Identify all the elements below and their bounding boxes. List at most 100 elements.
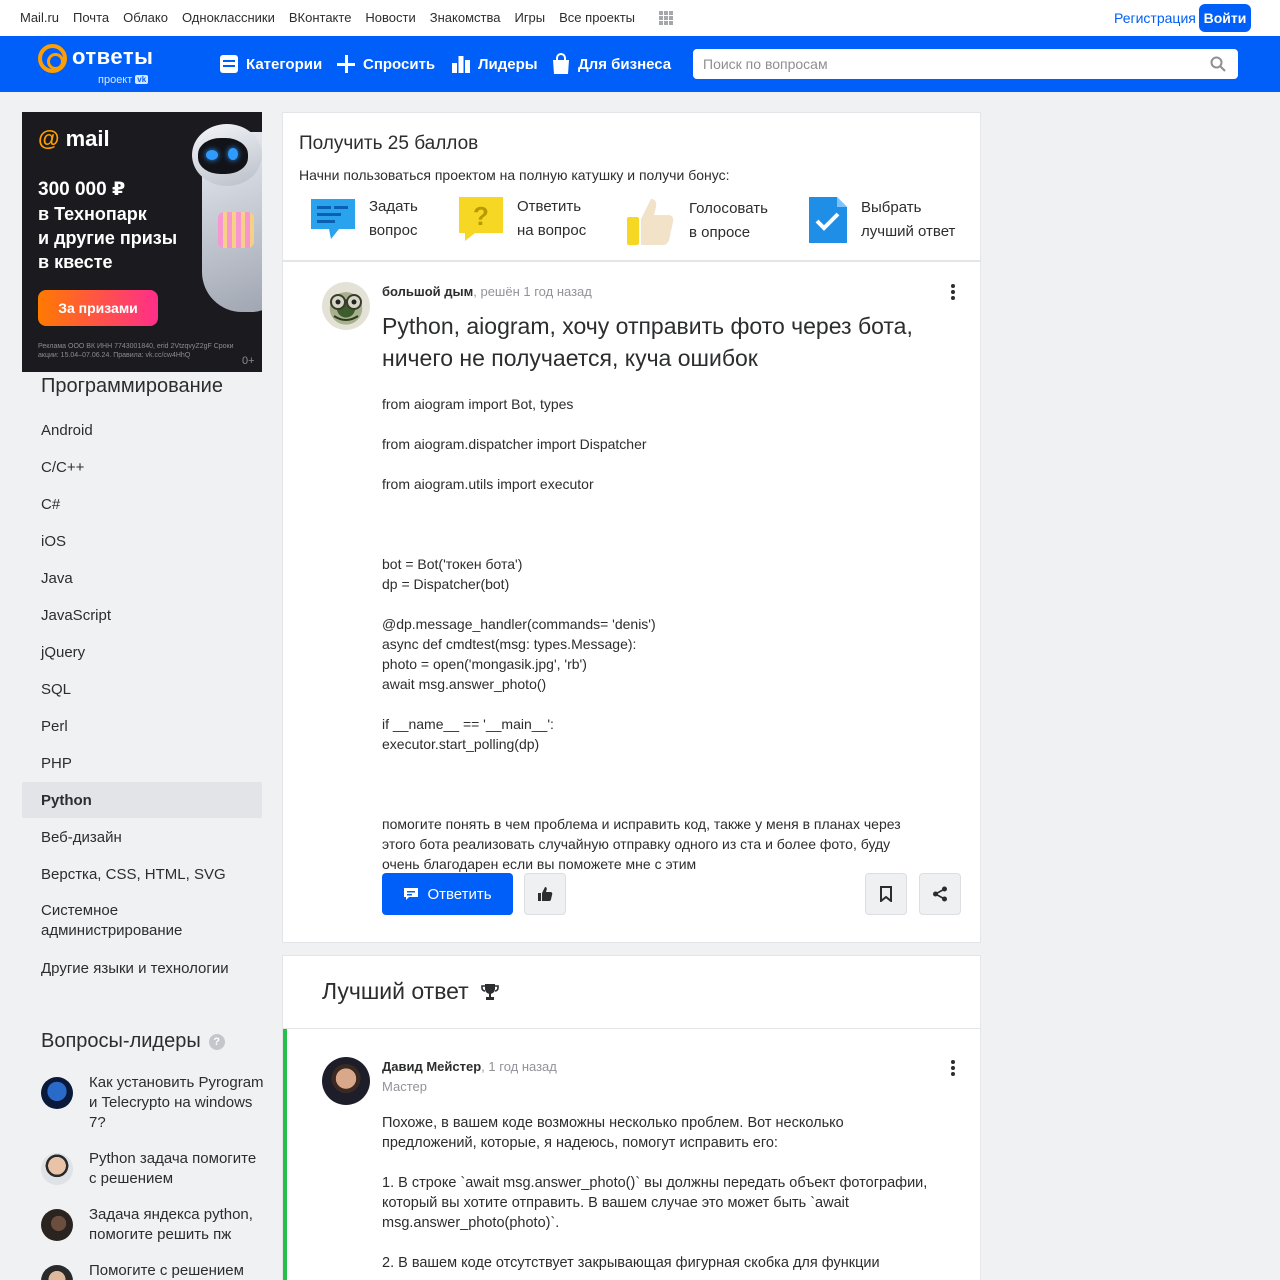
nav-business[interactable]: Для бизнеса [550, 50, 671, 78]
portal-link-dating[interactable]: Знакомства [430, 10, 501, 25]
portal-link-ok[interactable]: Одноклассники [182, 10, 275, 25]
avatar [41, 1265, 73, 1280]
more-options-icon[interactable] [951, 1060, 955, 1078]
ad-banner[interactable]: @ mail 300 000 ₽ в Технопарк и другие пр… [22, 112, 262, 372]
svg-text:?: ? [473, 201, 489, 231]
share-button[interactable] [919, 873, 961, 915]
sidebar-item-javascript[interactable]: JavaScript [22, 597, 262, 633]
bonus-vote-poll[interactable]: Голосовать в опросе [625, 195, 768, 247]
nav-categories-label: Категории [246, 55, 323, 73]
bar-chart-icon [452, 56, 470, 73]
bonus-vote-line-2: в опросе [689, 224, 751, 241]
nav-leaders-label: Лидеры [478, 55, 538, 73]
nav-leaders[interactable]: Лидеры [450, 50, 538, 78]
question-author[interactable]: большой дым [382, 284, 473, 299]
best-answer-title: Лучший ответ [322, 978, 499, 1005]
avatar [41, 1209, 73, 1241]
bonus-subtitle: Начни пользоваться проектом на полную ка… [299, 167, 730, 183]
ad-line-2: и другие призы [38, 228, 178, 248]
answer-author[interactable]: Давид Мейстер [382, 1059, 481, 1074]
sidebar-item-web-design[interactable]: Веб-дизайн [22, 819, 262, 855]
leader-question-text: Задача яндекса python, помогите решить п… [89, 1206, 253, 1243]
bonus-choose-best[interactable]: Выбрать лучший ответ [807, 195, 955, 245]
vk-badge: vk [135, 75, 149, 84]
ad-headline: 300 000 ₽ в Технопарк и другие призы в к… [38, 178, 208, 274]
main-header: ответы проект vk Категории Спросить Лидер… [0, 36, 1280, 92]
portal-link-vk[interactable]: ВКонтакте [289, 10, 352, 25]
ad-amount: 300 000 ₽ [38, 179, 126, 200]
more-options-icon[interactable] [951, 284, 955, 302]
bookmark-icon [880, 886, 892, 902]
sidebar-item-android[interactable]: Android [22, 412, 262, 448]
question-body: from aiogram import Bot, types from aiog… [382, 396, 901, 872]
answer-author-rank: Мастер [382, 1079, 427, 1094]
bonus-title: Получить 25 баллов [299, 133, 479, 154]
portal-bar: Mail.ru Почта Облако Одноклассники ВКонт… [0, 0, 1280, 36]
bonus-ask-line-2: вопрос [369, 222, 418, 239]
best-answer-card: Лучший ответ Давид Мейстер, 1 год назад … [282, 955, 981, 1280]
question-author-row: большой дым, решён 1 год назад [382, 284, 592, 299]
sidebar-item-php[interactable]: PHP [22, 745, 262, 781]
portal-link-cloud[interactable]: Облако [123, 10, 168, 25]
sidebar-item-sql[interactable]: SQL [22, 671, 262, 707]
nav-ask-label: Спросить [363, 55, 436, 73]
bonus-answer-question[interactable]: ? Ответить на вопрос [457, 195, 586, 243]
answer-button[interactable]: Ответить [382, 873, 513, 915]
bonus-answer-line-1: Ответить [517, 198, 582, 215]
bonus-ask-question[interactable]: Задать вопрос [309, 195, 418, 243]
ad-prizes-button[interactable]: За призами [38, 290, 158, 326]
ad-legal-text: Реклама ООО ВК ИНН 7743001840, erid 2Vtz… [38, 343, 234, 359]
sidebar-item-other[interactable]: Другие языки и технологии [22, 950, 262, 986]
sidebar-item-jquery[interactable]: jQuery [22, 634, 262, 670]
leader-question[interactable]: Задача яндекса python, помогите решить п… [41, 1205, 266, 1245]
portal-link-news[interactable]: Новости [365, 10, 415, 25]
leader-question[interactable]: Как установить Pyrogram и Telecrypto на … [41, 1073, 266, 1133]
divider [283, 1028, 980, 1029]
search-box [693, 49, 1238, 79]
sidebar-item-c-cpp[interactable]: C/C++ [22, 449, 262, 485]
sidebar-item-perl[interactable]: Perl [22, 708, 262, 744]
sidebar-item-sysadmin[interactable]: Системное администрирование [22, 897, 262, 945]
frog-avatar-icon [330, 294, 362, 321]
best-answer-title-text: Лучший ответ [322, 978, 469, 1004]
shopping-bag-icon [553, 53, 569, 74]
help-icon[interactable]: ? [208, 1033, 225, 1050]
apps-grid-icon[interactable] [659, 11, 673, 25]
avatar[interactable] [322, 1057, 370, 1105]
trophy-icon [480, 983, 499, 1000]
sidebar-item-python[interactable]: Python [22, 782, 262, 818]
search-icon[interactable] [1210, 56, 1226, 72]
avatar[interactable] [322, 282, 370, 330]
bonus-choose-line-2: лучший ответ [861, 223, 956, 240]
search-input[interactable] [693, 49, 1193, 79]
bookmark-button[interactable] [865, 873, 907, 915]
portal-link-all-projects[interactable]: Все проекты [559, 10, 635, 25]
sidebar-item-ios[interactable]: iOS [22, 523, 262, 559]
bonus-answer-line-2: на вопрос [517, 222, 587, 239]
login-button[interactable]: Войти [1199, 4, 1251, 32]
portal-link-games[interactable]: Игры [514, 10, 545, 25]
portal-links: Mail.ru Почта Облако Одноклассники ВКонт… [20, 10, 649, 25]
question-bubble-icon: ? [459, 197, 503, 241]
portal-link-mail[interactable]: Почта [73, 10, 109, 25]
sidebar-item-csharp[interactable]: C# [22, 486, 262, 522]
chat-bubble-icon [311, 199, 355, 239]
like-button[interactable] [524, 873, 566, 915]
leader-question[interactable]: Python задача помогите с решением [41, 1149, 266, 1189]
avatar [41, 1077, 73, 1109]
portal-link-mailru[interactable]: Mail.ru [20, 10, 59, 25]
nav-categories[interactable]: Категории [218, 50, 322, 78]
leader-question-text: Python задача помогите с решением [89, 1150, 257, 1187]
ad-mail-logo: @ mail [38, 126, 110, 151]
leaders-title: Вопросы-лидеры ? [41, 1030, 225, 1053]
leader-question[interactable]: Помогите с решением [41, 1261, 266, 1280]
leader-question-text: Как установить Pyrogram и Telecrypto на … [89, 1074, 264, 1131]
sidebar-item-layout-css[interactable]: Верстка, CSS, HTML, SVG [22, 856, 262, 892]
thumbs-up-icon [627, 199, 674, 245]
question-meta: , решён 1 год назад [473, 284, 592, 299]
sidebar-item-java[interactable]: Java [22, 560, 262, 596]
register-link[interactable]: Регистрация [1114, 10, 1196, 26]
leader-question-text: Помогите с решением [89, 1262, 244, 1279]
nav-ask[interactable]: Спросить [335, 50, 435, 78]
bonus-vote-line-1: Голосовать [689, 200, 768, 217]
